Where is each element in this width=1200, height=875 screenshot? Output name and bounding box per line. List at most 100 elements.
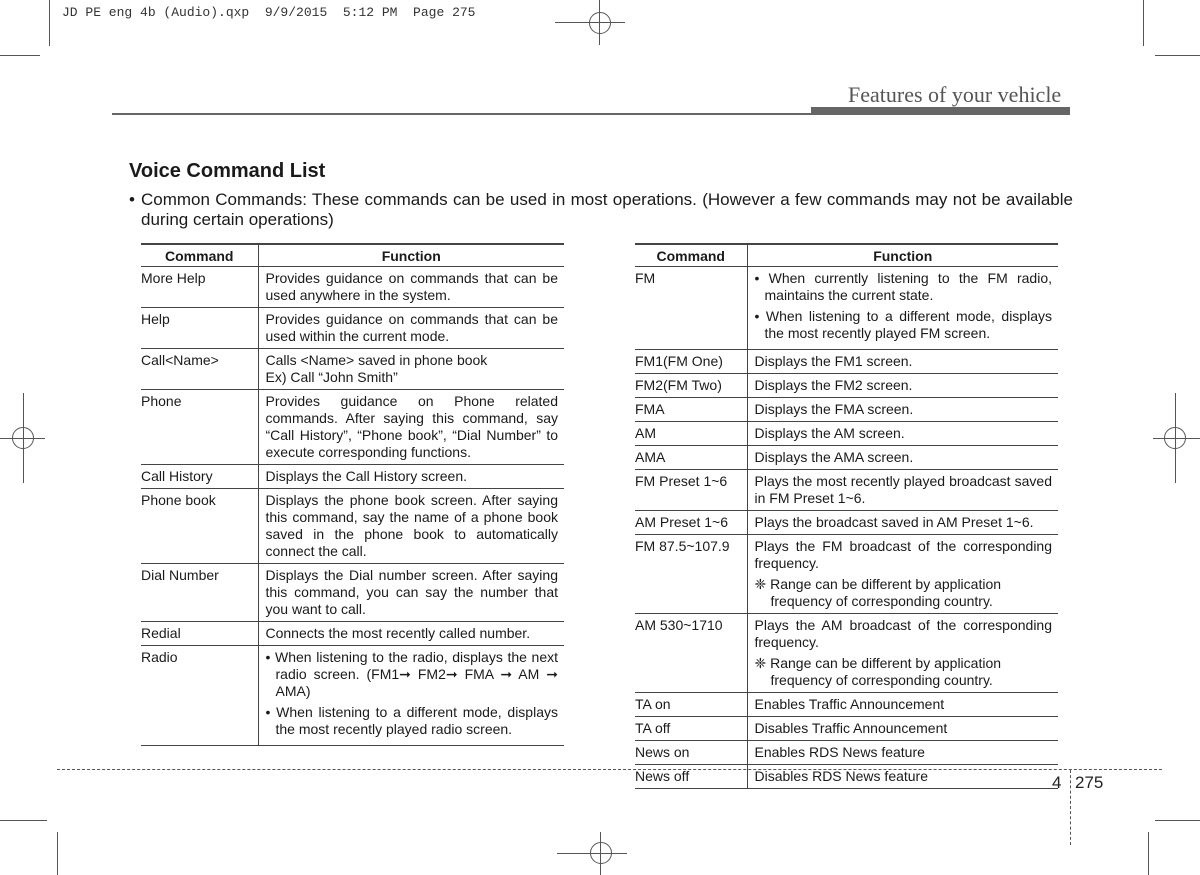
crop-mark [49,0,50,46]
function-text: Plays the most recently played broadcast… [754,473,1053,506]
command-cell: Call History [141,464,259,489]
command-cell: Help [141,307,259,349]
command-cell: News on [635,740,748,765]
table-row: Dial Number Displays the Dial number scre… [141,563,564,622]
crop-mark [1148,832,1149,875]
function-text: Plays the broadcast saved in AM Preset 1… [754,514,1034,530]
command-cell: FM Preset 1~6 [635,469,748,511]
function-bullet: • When currently listening to the FM rad… [754,270,1053,303]
function-text: Displays the FM1 screen. [754,353,913,369]
function-text: Enables Traffic Announcement [754,696,945,712]
table-row: FM 87.5~107.9 Plays the FM broadcast of t… [635,534,1058,614]
table-row: FMA Displays the FMA screen. [635,397,1058,422]
table-row: AM Preset 1~6 Plays the broadcast saved i… [635,510,1058,535]
function-cell: • When listening to the radio, displays … [258,645,564,746]
table-row: FM • When currently listening to the FM r… [635,266,1058,350]
bullet-icon: • [129,190,135,209]
table-header-row: Command Function [635,243,1058,267]
command-cell: AMA [635,445,748,470]
function-text: Disables Traffic Announcement [754,720,948,736]
command-cell: AM Preset 1~6 [635,510,748,535]
column-header-function: Function [258,243,564,267]
command-cell: AM [635,421,748,446]
command-cell: More Help [141,266,259,308]
crop-mark [0,820,47,821]
function-text: Provides guidance on commands that can b… [265,270,559,303]
function-cell: Enables Traffic Announcement [747,692,1058,717]
page-title: Voice Command List [129,160,326,182]
table-row: Phone book Displays the phone book screen… [141,488,564,564]
table-row: Phone Provides guidance on Phone related … [141,389,564,465]
table-row: Redial Connects the most recently called … [141,621,564,646]
function-text: Provides guidance on Phone related comma… [265,393,559,460]
function-cell: • When currently listening to the FM rad… [747,266,1058,350]
table-header-row: Command Function [141,243,564,267]
function-cell: Displays the FMA screen. [747,397,1058,422]
function-text: Displays the FM2 screen. [754,377,913,393]
table-row: FM Preset 1~6 Plays the most recently pla… [635,469,1058,511]
table-row: AM 530~1710 Plays the AM broadcast of the… [635,613,1058,693]
function-cell: Plays the broadcast saved in AM Preset 1… [747,510,1058,535]
function-cell: Plays the AM broadcast of the correspond… [747,613,1058,693]
header-rule-accent [811,107,1070,115]
page-number: 275 [1075,773,1104,792]
command-table-right: Command Function FM • When currently list… [635,243,1058,789]
table-row: Help Provides guidance on commands that c… [141,307,564,349]
function-text: Calls <Name> saved in phone book [265,352,488,368]
function-text: Displays the FMA screen. [754,401,914,417]
table-row: Call<Name> Calls <Name> saved in phone bo… [141,348,564,390]
crop-mark [1155,820,1200,821]
function-cell: Plays the FM broadcast of the correspond… [747,534,1058,614]
table-row: News on Enables RDS News feature [635,740,1058,765]
header-rule [112,113,812,115]
crop-mark [57,832,58,875]
table-row: FM1(FM One) Displays the FM1 screen. [635,349,1058,374]
column-header-command: Command [141,243,259,267]
command-cell: Redial [141,621,259,646]
function-text: Displays the Dial number screen. After s… [265,567,559,617]
function-cell: Displays the FM2 screen. [747,373,1058,398]
crop-mark [1155,55,1200,56]
command-cell: Phone [141,389,259,465]
command-table-left: Command Function More Help Provides guida… [141,243,564,746]
command-cell: TA on [635,692,748,717]
command-cell: FM2(FM Two) [635,373,748,398]
crop-mark [1143,0,1144,46]
function-bullet: • When listening to a different mode, di… [265,704,559,737]
function-text: Enables RDS News feature [754,744,925,760]
function-text: Plays the FM broadcast of the correspond… [754,538,1053,571]
function-bullet: • When listening to a different mode, di… [754,308,1053,341]
table-row: AMA Displays the AMA screen. [635,445,1058,470]
function-text: Displays the Call History screen. [265,468,468,484]
function-cell: Provides guidance on Phone related comma… [258,389,564,465]
function-cell: Displays the Call History screen. [258,464,564,489]
intro-text: Common Commands: These commands can be u… [141,190,1073,229]
footer-dashed-divider [1070,770,1071,845]
function-cell: Calls <Name> saved in phone book Ex) Call… [258,348,564,390]
function-cell: Provides guidance on commands that can b… [258,307,564,349]
function-text: Displays the phone book screen. After sa… [265,492,559,559]
crop-mark [0,55,40,56]
command-cell: FM 87.5~107.9 [635,534,748,614]
table-row: TA off Disables Traffic Announcement [635,716,1058,741]
command-cell: Radio [141,645,259,746]
function-note: ❈ Range can be different by application … [754,655,1002,688]
command-cell: Call<Name> [141,348,259,390]
function-cell: Disables Traffic Announcement [747,716,1058,741]
table-row: FM2(FM Two) Displays the FM2 screen. [635,373,1058,398]
table-row: Call History Displays the Call History sc… [141,464,564,489]
table-row: Radio • When listening to the radio, disp… [141,645,564,746]
intro-paragraph: • Common Commands: These commands can be… [129,190,1073,230]
command-cell: Dial Number [141,563,259,622]
command-cell: FMA [635,397,748,422]
column-header-function: Function [747,243,1058,267]
function-text: Plays the AM broadcast of the correspond… [754,617,1053,650]
command-cell: FM1(FM One) [635,349,748,374]
function-cell: Displays the AMA screen. [747,445,1058,470]
section-title: Features of your vehicle [848,82,1062,107]
function-cell: Plays the most recently played broadcast… [747,469,1058,511]
footer-dashed-rule [57,769,1162,770]
chapter-number: 4 [1052,773,1062,792]
column-header-command: Command [635,243,748,267]
function-text: Ex) Call “John Smith” [265,369,398,385]
